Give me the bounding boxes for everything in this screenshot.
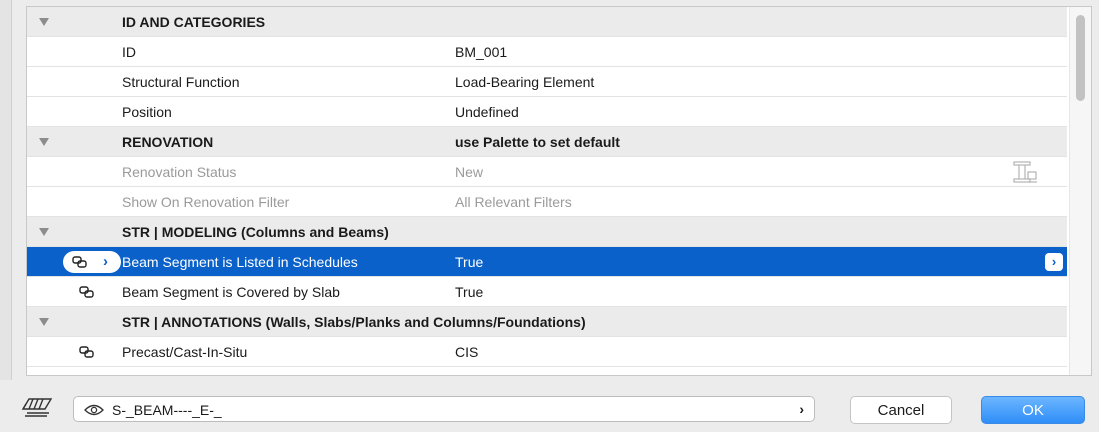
- property-row-id[interactable]: ID BM_001: [27, 37, 1067, 67]
- expand-value-button[interactable]: ›: [1045, 253, 1063, 271]
- property-row-covered-by-slab[interactable]: Beam Segment is Covered by Slab True: [27, 277, 1067, 307]
- group-str-modeling[interactable]: STR | MODELING (Columns and Beams): [27, 217, 1067, 247]
- chevron-right-icon[interactable]: ›: [799, 401, 804, 417]
- property-value[interactable]: Undefined: [455, 104, 519, 120]
- group-id-and-categories[interactable]: ID AND CATEGORIES: [27, 7, 1067, 37]
- property-value[interactable]: True: [455, 284, 483, 300]
- layer-icon[interactable]: [21, 396, 53, 418]
- group-title: ID AND CATEGORIES: [122, 14, 266, 30]
- ok-button[interactable]: OK: [981, 396, 1085, 424]
- property-name: Beam Segment is Covered by Slab: [122, 284, 340, 300]
- property-row-show-on-renovation-filter: Show On Renovation Filter All Relevant F…: [27, 187, 1067, 217]
- property-name: Renovation Status: [122, 164, 237, 180]
- property-name: ID: [122, 44, 136, 60]
- group-str-annotations[interactable]: STR | ANNOTATIONS (Walls, Slabs/Planks a…: [27, 307, 1067, 337]
- property-value[interactable]: Load-Bearing Element: [455, 74, 594, 90]
- property-value[interactable]: CIS: [455, 344, 478, 360]
- selection-criteria-field[interactable]: S-_BEAM----_E-_ ›: [73, 396, 815, 422]
- properties-list: ID AND CATEGORIES ID BM_001 Structural F…: [26, 6, 1092, 376]
- property-row-precast-cast-in-situ[interactable]: Precast/Cast-In-Situ CIS: [27, 337, 1067, 367]
- renovation-filter-icon: [1013, 161, 1037, 183]
- property-row-position[interactable]: Position Undefined: [27, 97, 1067, 127]
- property-value: All Relevant Filters: [455, 194, 572, 210]
- window-edge: [0, 0, 12, 380]
- disclosure-triangle-icon[interactable]: [39, 138, 49, 146]
- property-row-structural-function[interactable]: Structural Function Load-Bearing Element: [27, 67, 1067, 97]
- disclosure-triangle-icon[interactable]: [39, 318, 49, 326]
- vertical-scrollbar[interactable]: [1069, 7, 1091, 375]
- chevron-right-icon: ›: [103, 253, 108, 270]
- group-title: STR | ANNOTATIONS (Walls, Slabs/Planks a…: [122, 314, 586, 330]
- group-note: use Palette to set default: [455, 134, 620, 150]
- property-name: Position: [122, 104, 172, 120]
- cancel-button[interactable]: Cancel: [850, 396, 952, 424]
- eye-icon: [84, 404, 104, 416]
- disclosure-triangle-icon[interactable]: [39, 228, 49, 236]
- property-name: Beam Segment is Listed in Schedules: [122, 254, 358, 270]
- link-badge[interactable]: ›: [63, 251, 121, 273]
- property-value[interactable]: True: [455, 254, 483, 270]
- group-title: RENOVATION: [122, 134, 214, 150]
- dialog-footer: S-_BEAM----_E-_ › Cancel OK: [0, 386, 1099, 432]
- group-title: STR | MODELING (Columns and Beams): [122, 224, 389, 240]
- property-row-renovation-status: Renovation Status New: [27, 157, 1067, 187]
- criteria-text: S-_BEAM----_E-_: [112, 402, 222, 418]
- property-name: Precast/Cast-In-Situ: [122, 344, 248, 360]
- disclosure-triangle-icon[interactable]: [39, 18, 49, 26]
- property-value: New: [455, 164, 484, 180]
- group-renovation[interactable]: RENOVATION use Palette to set default: [27, 127, 1067, 157]
- scrollbar-thumb[interactable]: [1076, 15, 1085, 101]
- property-name: Structural Function: [122, 74, 240, 90]
- property-row-listed-in-schedules[interactable]: › Beam Segment is Listed in Schedules Tr…: [27, 247, 1067, 277]
- link-icon: [79, 346, 94, 358]
- property-name: Show On Renovation Filter: [122, 194, 290, 210]
- property-dialog: ID AND CATEGORIES ID BM_001 Structural F…: [0, 0, 1099, 432]
- property-value[interactable]: BM_001: [455, 44, 507, 60]
- link-icon: [79, 286, 94, 298]
- link-icon: [72, 256, 87, 268]
